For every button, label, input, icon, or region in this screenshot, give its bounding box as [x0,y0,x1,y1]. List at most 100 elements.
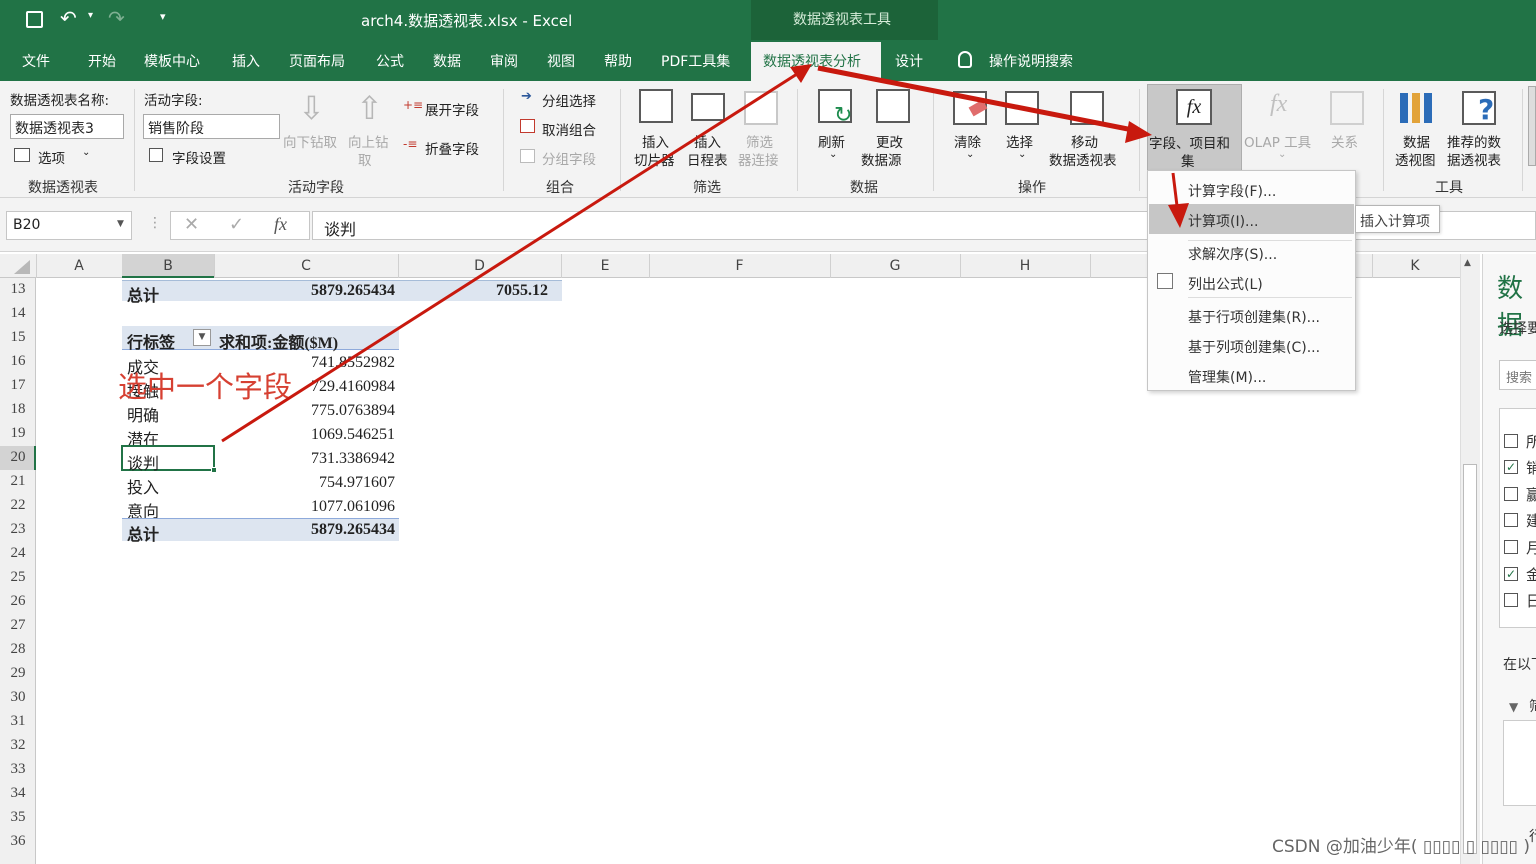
scroll-thumb[interactable] [1463,464,1477,854]
pivot-row-label[interactable]: 投入 [127,474,159,498]
qat-customize-icon[interactable]: ▾ [160,10,166,23]
collapse-field-button[interactable]: 折叠字段 [425,138,479,158]
tab-data[interactable]: 数据 [433,51,461,71]
tab-file[interactable]: 文件 [22,51,50,71]
col-header-c[interactable]: C [214,258,398,274]
row-header[interactable]: 17 [0,377,36,394]
grand-total-c[interactable]: 5879.265434 [214,282,395,300]
col-header-a[interactable]: A [36,258,122,274]
enter-icon[interactable]: ✓ [229,214,244,235]
menu-list-formulas[interactable]: 列出公式(L) [1188,274,1263,294]
menu-calculated-field[interactable]: 计算字段(F)... [1188,181,1276,201]
row-header[interactable]: 26 [0,593,36,610]
field-settings-button[interactable]: 字段设置 [172,147,226,167]
field-checkbox[interactable] [1504,513,1518,527]
tab-view[interactable]: 视图 [547,51,575,71]
pivot-chart-line2[interactable]: 透视图 [1395,149,1436,169]
field-checkbox-checked[interactable]: ✓ [1504,460,1518,474]
col-header-g[interactable]: G [830,258,960,274]
pivot-chart-line1[interactable]: 数据 [1403,131,1430,151]
pivot-row-value[interactable]: 754.971607 [214,474,395,492]
row-header[interactable]: 36 [0,833,36,850]
select-all-corner[interactable] [14,260,30,274]
pivot-total-value[interactable]: 5879.265434 [214,521,395,539]
field-checkbox[interactable] [1504,593,1518,607]
field-checkbox[interactable] [1504,487,1518,501]
group-selection-button[interactable]: 分组选择 [542,90,596,110]
row-header[interactable]: 28 [0,641,36,658]
refresh-button[interactable]: 刷新 [818,131,845,151]
tab-templates[interactable]: 模板中心 [144,51,200,71]
tab-pivot-analyze[interactable]: 数据透视表分析 [751,42,881,81]
tab-page-layout[interactable]: 页面布局 [289,51,345,71]
options-dropdown-icon[interactable]: ⌄ [82,147,90,158]
filter-dropdown-icon[interactable]: ▼ [193,329,211,346]
scroll-up-icon[interactable]: ▲ [1464,258,1471,268]
row-header[interactable]: 31 [0,713,36,730]
row-header[interactable]: 33 [0,761,36,778]
col-header-h[interactable]: H [960,258,1090,274]
row-header[interactable]: 30 [0,689,36,706]
field-search-input[interactable]: 搜索 [1499,360,1536,390]
field-list-button[interactable] [1528,86,1536,166]
field-checkbox-checked[interactable]: ✓ [1504,567,1518,581]
menu-calculated-item[interactable]: 计算项(I)... [1188,211,1258,231]
pivot-row-label[interactable]: 谈判 [127,450,159,474]
fields-items-sets-button[interactable]: fx 字段、项目和 集 [1147,84,1242,172]
cancel-icon[interactable]: ✕ [184,214,199,235]
recommended-pivot-line2[interactable]: 据透视表 [1447,149,1501,169]
col-header-d[interactable]: D [398,258,561,274]
change-source-line1[interactable]: 更改 [876,131,903,151]
insert-function-icon[interactable]: fx [274,214,287,235]
row-header[interactable]: 20 [0,449,36,466]
pivot-name-input[interactable]: 数据透视表3 [10,114,124,139]
row-header[interactable]: 22 [0,497,36,514]
insert-slicer-line2[interactable]: 切片器 [634,149,675,169]
tab-pdf-tools[interactable]: PDF工具集 [661,51,730,71]
undo-icon[interactable]: ↶ [60,6,77,30]
pivot-row-value[interactable]: 1069.546251 [214,426,395,444]
sum-amount-header[interactable]: 求和项:金额($M) [219,329,338,353]
insert-timeline-line1[interactable]: 插入 [694,131,721,151]
undo-dropdown-icon[interactable]: ▾ [88,10,93,21]
row-header[interactable]: 16 [0,353,36,370]
save-icon[interactable] [26,11,43,28]
row-header[interactable]: 18 [0,401,36,418]
col-header-e[interactable]: E [561,258,649,274]
tell-me-search[interactable]: 操作说明搜索 [989,51,1073,71]
select-dropdown-icon[interactable]: ⌄ [1018,149,1026,160]
clear-button[interactable]: 清除 [954,131,981,151]
insert-slicer-line1[interactable]: 插入 [642,131,669,151]
move-pivot-line1[interactable]: 移动 [1071,131,1098,151]
row-header[interactable]: 15 [0,329,36,346]
expand-field-button[interactable]: 展开字段 [425,99,479,119]
pivot-row-value[interactable]: 1077.061096 [214,498,395,516]
recommended-pivot-line1[interactable]: 推荐的数 [1447,131,1501,151]
row-header[interactable]: 34 [0,785,36,802]
tab-design[interactable]: 设计 [895,51,923,71]
select-button[interactable]: 选择 [1006,131,1033,151]
ungroup-button[interactable]: 取消组合 [542,119,596,139]
pivot-row-value[interactable]: 731.3386942 [214,450,395,468]
row-header[interactable]: 14 [0,305,36,322]
tab-review[interactable]: 审阅 [490,51,518,71]
menu-solve-order[interactable]: 求解次序(S)... [1188,244,1277,264]
options-button[interactable]: 选项 [38,147,65,167]
row-header[interactable]: 35 [0,809,36,826]
row-header[interactable]: 25 [0,569,36,586]
change-source-line2[interactable]: 数据源 [861,149,902,169]
grand-total-d[interactable]: 7055.12 [398,282,548,300]
row-header[interactable]: 21 [0,473,36,490]
grand-total-label[interactable]: 总计 [127,282,159,306]
name-box-dropdown-icon[interactable]: ▼ [117,219,124,229]
clear-dropdown-icon[interactable]: ⌄ [966,149,974,160]
row-header[interactable]: 27 [0,617,36,634]
row-header[interactable]: 32 [0,737,36,754]
tab-help[interactable]: 帮助 [604,51,632,71]
row-header[interactable]: 29 [0,665,36,682]
tab-insert[interactable]: 插入 [232,51,260,71]
row-labels-header[interactable]: 行标签 [127,329,175,353]
field-checkbox[interactable] [1504,434,1518,448]
insert-timeline-line2[interactable]: 日程表 [687,149,728,169]
filters-area-box[interactable] [1503,720,1536,806]
